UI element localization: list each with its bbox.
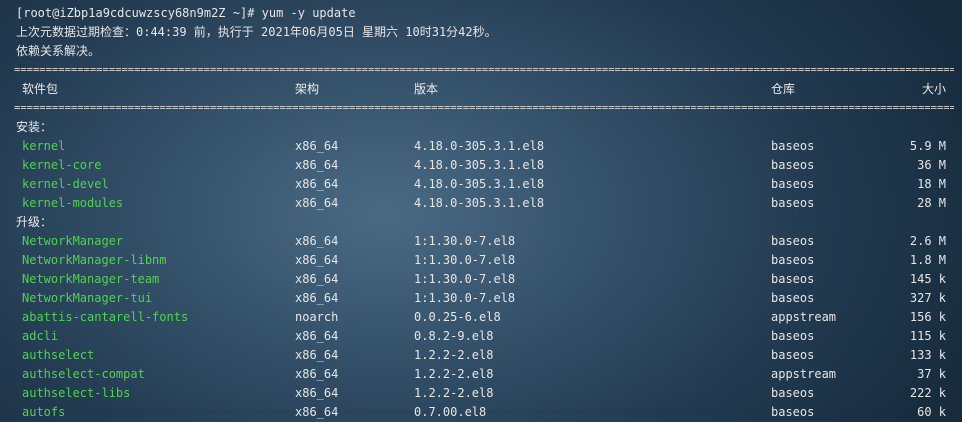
package-size: 1.8 M [909, 253, 946, 267]
package-repo: appstream [771, 367, 837, 381]
package-arch: x86_64 [295, 348, 339, 362]
package-repo: baseos [771, 329, 815, 343]
header-arch: 架构 [295, 82, 320, 96]
package-size: 36 M [917, 158, 946, 172]
header-package: 软件包 [22, 82, 59, 96]
package-repo: baseos [771, 139, 815, 153]
package-version: 4.18.0-305.3.1.el8 [414, 158, 545, 172]
package-version: 1:1.30.0-7.el8 [414, 291, 516, 305]
package-repo: baseos [771, 253, 815, 267]
package-size: 28 M [917, 196, 946, 210]
package-size: 222 k [909, 386, 946, 400]
package-version: 1:1.30.0-7.el8 [414, 234, 516, 248]
package-name: kernel-modules [22, 196, 124, 210]
package-name: authselect-compat [22, 367, 145, 381]
package-arch: x86_64 [295, 386, 339, 400]
section-title: 安装： [16, 120, 53, 134]
package-name: NetworkManager-libnm [22, 253, 167, 267]
package-version: 1:1.30.0-7.el8 [414, 253, 516, 267]
package-name: kernel [22, 139, 66, 153]
package-version: 1:1.30.0-7.el8 [414, 272, 516, 286]
package-version: 4.18.0-305.3.1.el8 [414, 139, 545, 153]
package-version: 1.2.2-2.el8 [414, 367, 494, 381]
package-size: 156 k [909, 310, 946, 324]
package-arch: x86_64 [295, 291, 339, 305]
package-repo: appstream [771, 310, 837, 324]
package-arch: x86_64 [295, 367, 339, 381]
package-size: 115 k [909, 329, 946, 343]
package-arch: x86_64 [295, 139, 339, 153]
header-repo: 仓库 [771, 82, 796, 96]
package-arch: x86_64 [295, 405, 339, 419]
separator-line-top: ========================================… [14, 64, 954, 76]
separator-line-bottom: ========================================… [14, 102, 954, 114]
package-repo: baseos [771, 158, 815, 172]
section-title: 升级： [16, 215, 53, 229]
package-version: 1.2.2-2.el8 [414, 386, 494, 400]
package-size: 18 M [917, 177, 946, 191]
package-size: 145 k [909, 272, 946, 286]
package-repo: baseos [771, 291, 815, 305]
header-version: 版本 [414, 82, 439, 96]
package-repo: baseos [771, 196, 815, 210]
package-name: authselect [22, 348, 95, 362]
package-name: kernel-core [22, 158, 102, 172]
package-version: 4.18.0-305.3.1.el8 [414, 196, 545, 210]
dependency-resolved-line: 依赖关系解决。 [16, 44, 101, 58]
package-name: abattis-cantarell-fonts [22, 310, 189, 324]
metadata-check-line: 上次元数据过期检查：0:44:39 前，执行于 2021年06月05日 星期六 … [16, 25, 497, 39]
terminal-window[interactable]: [root@iZbp1a9cdcuwzscy68n9m2Z ~]# yum -y… [0, 0, 962, 419]
package-name: NetworkManager-tui [22, 291, 153, 305]
package-name: NetworkManager-team [22, 272, 160, 286]
package-name: authselect-libs [22, 386, 131, 400]
package-size: 5.9 M [909, 139, 946, 153]
package-arch: x86_64 [295, 158, 339, 172]
package-arch: x86_64 [295, 329, 339, 343]
package-version: 0.8.2-9.el8 [414, 329, 494, 343]
package-repo: baseos [771, 272, 815, 286]
package-version: 0.7.00.el8 [414, 405, 487, 419]
package-arch: x86_64 [295, 253, 339, 267]
package-repo: baseos [771, 348, 815, 362]
package-arch: x86_64 [295, 234, 339, 248]
package-arch: x86_64 [295, 177, 339, 191]
package-size: 327 k [909, 291, 946, 305]
package-name: autofs [22, 405, 66, 419]
command-prompt-line: [root@iZbp1a9cdcuwzscy68n9m2Z ~]# yum -y… [16, 6, 356, 20]
package-version: 0.0.25-6.el8 [414, 310, 501, 324]
package-arch: x86_64 [295, 272, 339, 286]
package-version: 1.2.2-2.el8 [414, 348, 494, 362]
package-name: adcli [22, 329, 59, 343]
package-name: kernel-devel [22, 177, 109, 191]
package-size: 37 k [917, 367, 946, 381]
package-size: 133 k [909, 348, 946, 362]
package-repo: baseos [771, 177, 815, 191]
package-version: 4.18.0-305.3.1.el8 [414, 177, 545, 191]
package-arch: noarch [295, 310, 339, 324]
package-repo: baseos [771, 234, 815, 248]
package-name: NetworkManager [22, 234, 124, 248]
package-arch: x86_64 [295, 196, 339, 210]
package-size: 60 k [917, 405, 946, 419]
header-size: 大小 [921, 82, 946, 96]
package-repo: baseos [771, 386, 815, 400]
package-repo: baseos [771, 405, 815, 419]
package-size: 2.6 M [909, 234, 946, 248]
